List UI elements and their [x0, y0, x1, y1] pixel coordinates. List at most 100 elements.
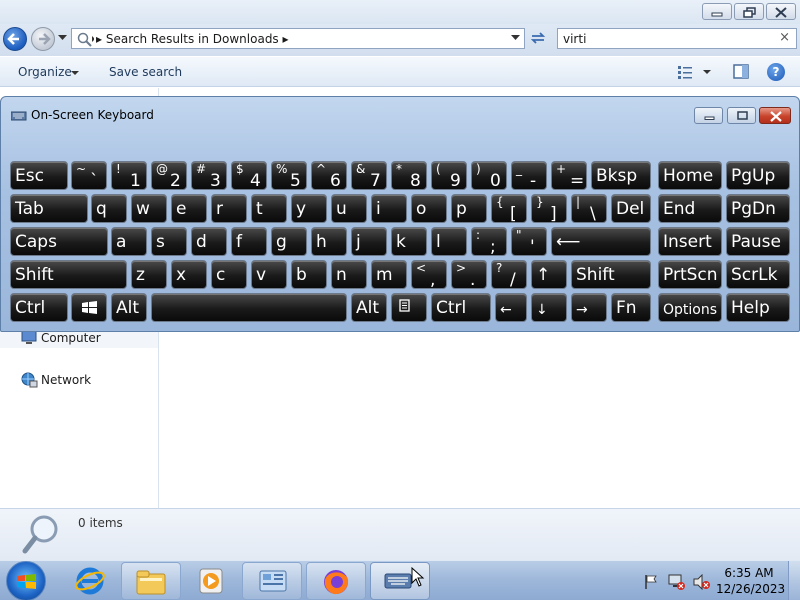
view-dropdown-icon[interactable] [703, 70, 711, 75]
key-windows[interactable] [71, 293, 107, 322]
breadcrumb-search-results[interactable]: Search Results in Downloads [106, 32, 279, 46]
key-0[interactable]: ) 0 [471, 161, 507, 190]
key-left-bracket[interactable]: {[ [491, 194, 527, 223]
key-semicolon[interactable]: :; [471, 227, 507, 256]
key-r[interactable]: r [211, 194, 247, 223]
save-search-button[interactable]: Save search [109, 65, 182, 79]
key-v[interactable]: v [251, 260, 287, 289]
key-b[interactable]: b [291, 260, 327, 289]
preview-pane-icon[interactable] [733, 64, 749, 80]
organize-button[interactable]: Organize [18, 65, 72, 79]
key-z[interactable]: z [131, 260, 167, 289]
taskbar-windows-explorer[interactable] [121, 562, 181, 600]
key-space[interactable] [151, 293, 347, 322]
nav-item-network[interactable]: Network [0, 370, 158, 390]
key-6[interactable]: ^ 6 [311, 161, 347, 190]
key-tab[interactable]: Tab [10, 194, 88, 223]
key-pause[interactable]: Pause [726, 227, 790, 256]
key-f[interactable]: f [231, 227, 267, 256]
minimize-button[interactable] [702, 3, 732, 20]
key-3[interactable]: #3 [191, 161, 227, 190]
key-g[interactable]: g [271, 227, 307, 256]
key-home[interactable]: Home [658, 161, 722, 190]
key-c[interactable]: c [211, 260, 247, 289]
action-center-flag-icon[interactable] [643, 574, 659, 590]
key-w[interactable]: w [131, 194, 167, 223]
network-status-icon[interactable] [668, 573, 686, 591]
volume-muted-icon[interactable] [693, 574, 711, 590]
key-quote[interactable]: " ' [511, 227, 547, 256]
options-button[interactable]: Options [658, 293, 722, 322]
key-y[interactable]: y [291, 194, 327, 223]
key-esc[interactable]: Esc [10, 161, 68, 190]
key-t[interactable]: t [251, 194, 287, 223]
key-9[interactable]: (9 [431, 161, 467, 190]
key-backspace[interactable]: Bksp [591, 161, 651, 190]
key-enter[interactable]: ⟵ [551, 227, 651, 256]
close-button[interactable] [766, 3, 796, 20]
key-minus[interactable]: _ - [511, 161, 547, 190]
key-fn[interactable]: Fn [611, 293, 651, 322]
key-u[interactable]: u [331, 194, 367, 223]
key-end[interactable]: End [658, 194, 722, 223]
taskbar-internet-explorer[interactable] [68, 564, 112, 598]
key-right-alt[interactable]: Alt [351, 293, 387, 322]
address-bar[interactable]: ▸ Search Results in Downloads ▸ [71, 28, 525, 49]
key-backslash[interactable]: | \ [571, 194, 607, 223]
key-5[interactable]: % 5 [271, 161, 307, 190]
key-h[interactable]: h [311, 227, 347, 256]
taskbar-control-panel[interactable] [242, 562, 302, 600]
key-2[interactable]: @2 [151, 161, 187, 190]
help-icon[interactable]: ? [767, 63, 785, 81]
key-4[interactable]: $4 [231, 161, 267, 190]
key-k[interactable]: k [391, 227, 427, 256]
key-x[interactable]: x [171, 260, 207, 289]
key-m[interactable]: m [371, 260, 407, 289]
key-period[interactable]: >. [451, 260, 487, 289]
taskbar-media-player[interactable] [189, 564, 233, 598]
clear-search-icon[interactable]: × [779, 30, 790, 45]
key-q[interactable]: q [91, 194, 127, 223]
key-pgup[interactable]: PgUp [726, 161, 790, 190]
help-button[interactable]: Help [726, 293, 790, 322]
key-8[interactable]: * 8 [391, 161, 427, 190]
osk-minimize-button[interactable] [694, 107, 723, 124]
key-del[interactable]: Del [611, 194, 651, 223]
key-menu[interactable] [391, 293, 427, 322]
key-n[interactable]: n [331, 260, 367, 289]
key-right-ctrl[interactable]: Ctrl [431, 293, 491, 322]
osk-maximize-button[interactable] [727, 107, 756, 124]
search-input[interactable]: virti [563, 32, 586, 46]
key-a[interactable]: a [111, 227, 147, 256]
forward-button[interactable] [31, 27, 55, 51]
show-desktop-button[interactable] [788, 561, 800, 600]
key-scrlk[interactable]: ScrLk [726, 260, 790, 289]
key-slash[interactable]: ? / [491, 260, 527, 289]
osk-close-button[interactable] [759, 107, 791, 124]
key-insert[interactable]: Insert [658, 227, 722, 256]
key-i[interactable]: i [371, 194, 407, 223]
key-left-arrow[interactable]: ← [495, 293, 527, 322]
key-backtick[interactable]: ~ ` [71, 161, 107, 190]
key-1[interactable]: ! 1 [111, 161, 147, 190]
key-l[interactable]: l [431, 227, 467, 256]
key-s[interactable]: s [151, 227, 187, 256]
key-7[interactable]: & 7 [351, 161, 387, 190]
taskbar-firefox[interactable] [306, 562, 366, 600]
key-prtscn[interactable]: PrtScn [658, 260, 722, 289]
search-field[interactable]: virti × [557, 28, 797, 49]
key-right-arrow[interactable]: → [571, 293, 607, 322]
key-d[interactable]: d [191, 227, 227, 256]
key-up-arrow[interactable]: ↑ [531, 260, 567, 289]
refresh-icon[interactable] [529, 30, 547, 46]
clock[interactable]: 6:35 AM 12/26/2023 [716, 565, 785, 599]
key-caps[interactable]: Caps [10, 227, 108, 256]
key-o[interactable]: o [411, 194, 447, 223]
key-right-shift[interactable]: Shift [571, 260, 651, 289]
key-equals[interactable]: + = [551, 161, 587, 190]
key-right-bracket[interactable]: }] [531, 194, 567, 223]
key-left-ctrl[interactable]: Ctrl [10, 293, 68, 322]
key-e[interactable]: e [171, 194, 207, 223]
back-button[interactable] [3, 27, 27, 51]
key-left-shift[interactable]: Shift [10, 260, 127, 289]
